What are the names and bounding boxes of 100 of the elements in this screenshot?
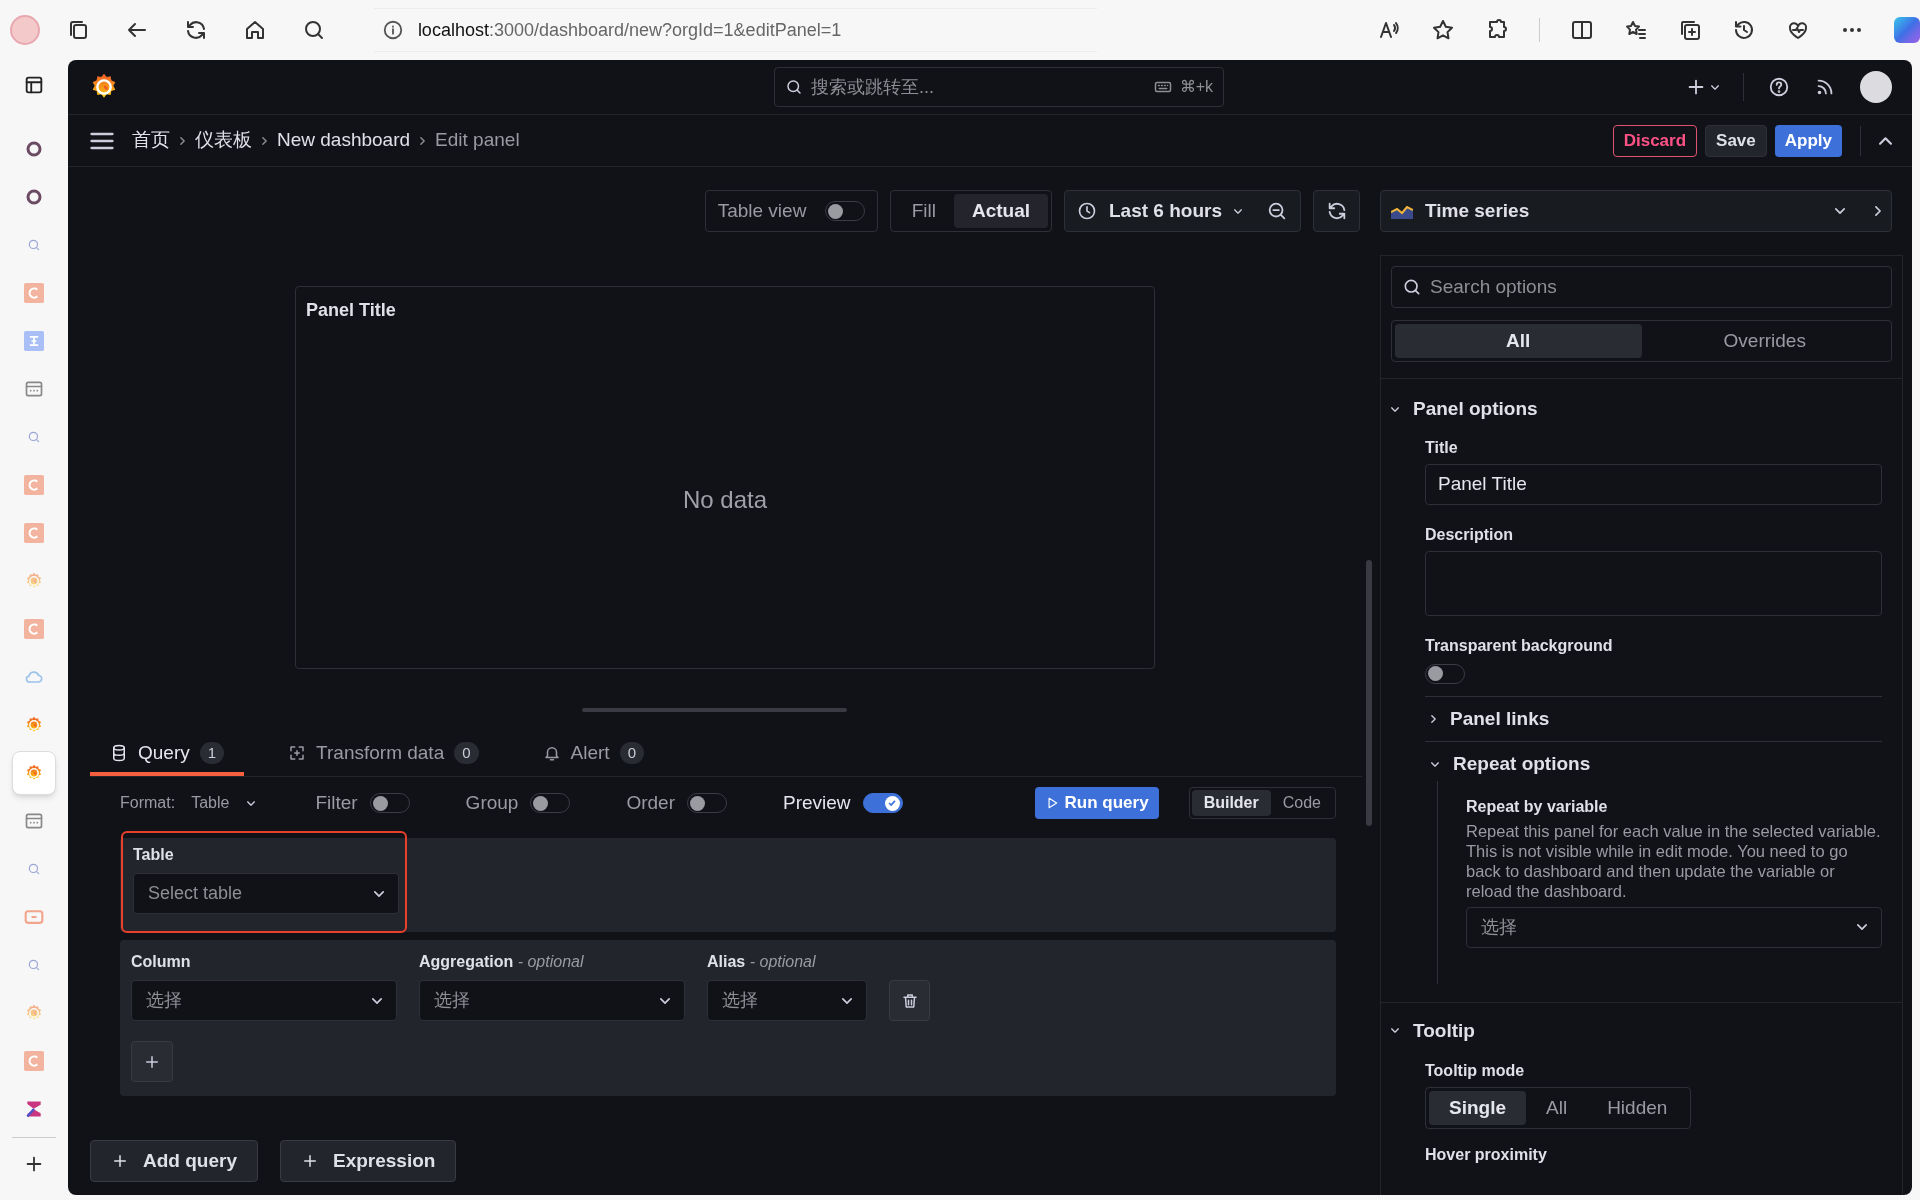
description-input[interactable] [1425,550,1882,616]
chevron-down-icon [1431,761,1439,767]
breadcrumb-link[interactable]: 首页 [132,126,170,155]
ring-icon[interactable] [25,140,43,158]
add-column-button[interactable] [131,1041,173,1082]
info-icon [381,19,404,41]
options-tab[interactable]: Overrides [1641,324,1888,358]
editor-mode-option[interactable]: Code [1270,790,1333,816]
chevron-right-icon [420,136,426,145]
column-select[interactable]: 选择 [131,980,397,1021]
tooltip-mode-option[interactable]: All [1526,1091,1588,1125]
collections-icon[interactable] [1678,18,1702,42]
section-header[interactable]: Panel options [1391,395,1538,424]
toggle-switch[interactable] [1425,663,1465,684]
panel-title: Panel Title [305,299,397,322]
toggle-label: Preview [783,790,851,815]
resize-handle[interactable] [582,708,847,712]
toggle-switch[interactable] [824,201,865,221]
search-icon [785,78,803,96]
field-label: Hover proximity [1425,1145,1548,1165]
layout-icon [23,74,45,96]
variable-select[interactable]: 选择 [1466,906,1882,948]
run-query-button[interactable]: Run query [1034,787,1159,819]
user-avatar[interactable] [1860,71,1892,103]
chevron-down-icon [660,997,670,1004]
discard-button[interactable]: Discard [1612,124,1698,157]
plus-icon [111,1152,129,1170]
tooltip-mode-option[interactable]: Single [1429,1091,1526,1125]
save-button[interactable]: Save [1705,124,1767,157]
favorites-icon[interactable] [1624,18,1648,42]
tooltip-mode-option[interactable]: Hidden [1587,1091,1688,1125]
chevron-down-icon [1391,406,1399,412]
size-mode-option[interactable]: Fill [893,194,954,228]
count-badge: 0 [619,741,644,765]
section-header[interactable]: Repeat options [1431,750,1591,779]
column-select[interactable]: 选择 [419,980,685,1021]
add-query-button[interactable]: Add query [90,1140,258,1182]
section-header[interactable]: Tooltip [1391,1016,1475,1045]
toggle-switch[interactable] [530,793,571,813]
breadcrumb-link[interactable]: 仪表板 [195,126,252,155]
toggle-switch[interactable] [687,793,727,813]
collapse-icon[interactable] [1879,136,1892,145]
field-label: Transparent background [1425,635,1614,656]
ring-icon[interactable] [25,188,43,206]
chevron-down-icon [1391,1028,1399,1034]
chevron-right-icon [180,136,185,145]
title-input[interactable]: Panel Title [1425,463,1882,505]
transform-icon [288,744,307,762]
chevron-down-icon [372,997,382,1004]
size-mode-option[interactable]: Actual [953,194,1048,228]
split-screen-icon[interactable] [1570,18,1594,42]
chevron-down-icon [247,800,256,806]
chevron-down-icon [1234,208,1242,214]
help-icon[interactable] [1768,76,1790,98]
toggle-label: Order [626,790,675,815]
query-tab[interactable]: Query 1 [90,734,245,776]
page-icon[interactable] [24,379,44,399]
add-expression-button[interactable]: Expression [279,1140,457,1182]
chevron-right-icon [1875,206,1881,216]
options-tab[interactable]: All [1395,324,1642,358]
sigma-logo-icon[interactable] [24,1099,44,1119]
search-field[interactable]: 搜索或跳转至... ⌘+k [774,67,1224,107]
toggle-switch[interactable] [369,793,410,813]
query-tab[interactable]: Transform data 0 [268,734,499,776]
apply-button[interactable]: Apply [1774,124,1842,157]
editor-mode-option[interactable]: Builder [1191,790,1271,816]
count-badge: 0 [454,741,479,765]
visualization-picker[interactable]: Time series [1380,190,1892,232]
chevron-right-icon [262,136,267,145]
section-header[interactable]: Panel links [1431,704,1550,733]
delete-button[interactable] [889,980,930,1021]
toggle-label: Group [465,790,519,815]
search-icon [1402,277,1422,297]
field-label: Repeat by variable [1466,796,1609,817]
field-label: Table [133,845,175,865]
favorite-star-icon[interactable] [1431,18,1455,42]
page-icon[interactable] [24,811,44,831]
shortcut-hint: ⌘+k [1179,77,1213,97]
chevron-down-icon [374,890,384,897]
chevron-right-icon [1431,714,1436,723]
table-view-toggle[interactable]: Table view [704,190,878,232]
breadcrumb-link[interactable]: New dashboard [277,126,411,155]
column-select[interactable]: 选择 [707,980,867,1021]
empty-message: No data [682,485,768,515]
field-label: Description [1425,524,1514,545]
format-select[interactable]: Table [191,791,256,815]
clock-icon [1077,201,1097,221]
field-label: Column [131,952,192,972]
toggle-switch[interactable] [862,793,903,813]
refresh-button[interactable] [1313,190,1360,232]
address-bar[interactable]: localhost:3000/dashboard/new?orgId=1&editPanel=1 [373,8,1097,52]
field-label: Aggregation - optional [419,952,585,972]
count-badge: 1 [199,741,225,765]
query-tab[interactable]: Alert 0 [522,734,664,776]
line-chart-icon [1391,203,1413,219]
table-select[interactable]: Select table [133,873,399,914]
check-icon [887,798,898,808]
history-icon[interactable] [1732,18,1756,42]
scrollbar[interactable] [1366,560,1372,826]
search-field[interactable]: Search options [1391,266,1892,308]
